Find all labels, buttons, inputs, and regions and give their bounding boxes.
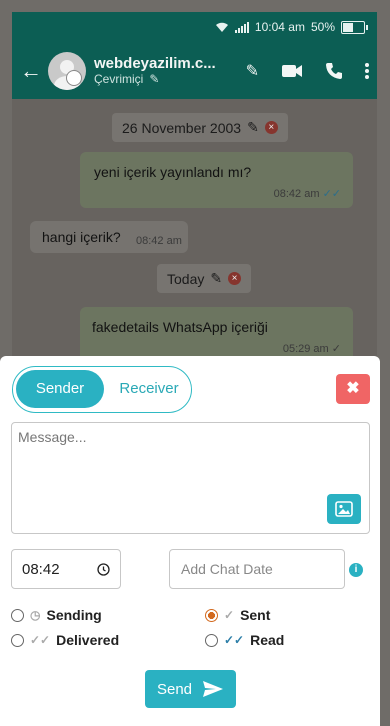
read-ticks-icon: ✓✓ [322, 188, 341, 200]
status-sending[interactable]: ◷ Sending [11, 607, 102, 623]
sent-tick-icon: ✓ [331, 343, 341, 355]
blue-double-check-icon: ✓✓ [224, 633, 245, 647]
status-sent[interactable]: ✓ Sent [205, 607, 270, 623]
sender-option[interactable]: Sender [16, 370, 104, 408]
date-pill-1[interactable]: 26 November 2003 ✎ × [112, 113, 288, 142]
signal-icon [234, 21, 249, 33]
info-icon[interactable]: i [349, 563, 363, 577]
status-label: Sent [240, 607, 271, 623]
chat-area: 26 November 2003 ✎ × yeni içerik yayınla… [12, 99, 377, 359]
sender-receiver-toggle[interactable]: Sender Receiver [12, 366, 192, 413]
camera-badge-icon [66, 70, 82, 86]
more-vertical-icon[interactable] [365, 62, 369, 80]
delivered-radio[interactable] [11, 633, 24, 647]
send-label: Send [156, 680, 193, 698]
time-input[interactable]: 08:42 [11, 549, 121, 589]
back-arrow-icon[interactable]: ← [20, 58, 48, 84]
message-input[interactable]: Message... [11, 422, 370, 534]
time-value: 08:42 [22, 560, 60, 578]
status-bar: 10:04 am 50% [12, 12, 377, 42]
receiver-option[interactable]: Receiver [109, 370, 189, 408]
message-text: fakedetails WhatsApp içeriği [92, 319, 268, 335]
status-label: Sending [46, 607, 102, 623]
check-icon: ✓ [224, 608, 235, 622]
clock-icon[interactable] [97, 562, 110, 576]
battery-percent: 50% [310, 20, 335, 34]
status-delivered[interactable]: ✓✓ Delivered [11, 632, 119, 648]
avatar[interactable] [48, 51, 86, 90]
date-pill-text: 26 November 2003 [122, 119, 242, 136]
message-text: hangi içerik? [42, 229, 121, 245]
wifi-icon [215, 22, 228, 32]
date-pill-text: Today [167, 270, 205, 287]
double-check-icon: ✓✓ [30, 633, 51, 647]
message-text: yeni içerik yayınlandı mı? [94, 164, 252, 180]
message-time: 08:42 am [136, 235, 182, 247]
date-placeholder: Add Chat Date [181, 561, 273, 577]
image-upload-button[interactable] [327, 494, 361, 524]
clock-icon: ◷ [30, 608, 41, 622]
read-radio[interactable] [205, 633, 218, 647]
status-time: 10:04 am [254, 20, 305, 34]
edit-date-icon[interactable]: ✎ [247, 119, 259, 136]
message-bubble-out[interactable]: yeni içerik yayınlandı mı? 08:42 am ✓✓ [80, 152, 353, 208]
contact-info[interactable]: webdeyazilim.c... Çevrimiçi ✎ [94, 55, 246, 86]
message-bubble-out[interactable]: fakedetails WhatsApp içeriği 05:29 am ✓ [80, 307, 353, 359]
chat-header: 10:04 am 50% ← webdeyazilim.c... Çevrimi… [12, 12, 377, 99]
date-pill-2[interactable]: Today ✎ × [157, 264, 252, 293]
send-button[interactable]: Send [145, 670, 236, 708]
remove-date-icon[interactable]: × [228, 272, 242, 285]
chat-date-input[interactable]: Add Chat Date [169, 549, 345, 589]
status-label: Delivered [56, 632, 120, 648]
edit-presence-icon[interactable]: ✎ [149, 72, 159, 86]
close-button[interactable]: ✖ [336, 374, 370, 404]
message-bubble-in[interactable]: hangi içerik? 08:42 am [30, 221, 188, 253]
message-placeholder: Message... [18, 429, 87, 445]
status-read[interactable]: ✓✓ Read [205, 632, 284, 648]
send-icon [203, 681, 224, 697]
message-time: 08:42 am [273, 188, 320, 200]
pencil-icon[interactable]: ✎ [246, 61, 259, 81]
contact-name: webdeyazilim.c... [94, 55, 216, 72]
battery-icon [341, 20, 368, 34]
status-label: Read [250, 632, 285, 648]
presence-status: Çevrimiçi [94, 72, 144, 86]
phone-icon[interactable] [325, 62, 343, 80]
video-icon[interactable] [281, 63, 303, 79]
edit-date-icon[interactable]: ✎ [210, 270, 222, 287]
sent-radio[interactable] [205, 608, 218, 622]
message-time: 05:29 am [282, 343, 329, 355]
image-icon [335, 501, 353, 517]
close-icon: ✖ [346, 380, 360, 397]
message-composer-modal: Sender Receiver ✖ Message... 08:42 Add C… [0, 356, 380, 726]
sending-radio[interactable] [11, 608, 24, 622]
remove-date-icon[interactable]: × [264, 121, 278, 134]
